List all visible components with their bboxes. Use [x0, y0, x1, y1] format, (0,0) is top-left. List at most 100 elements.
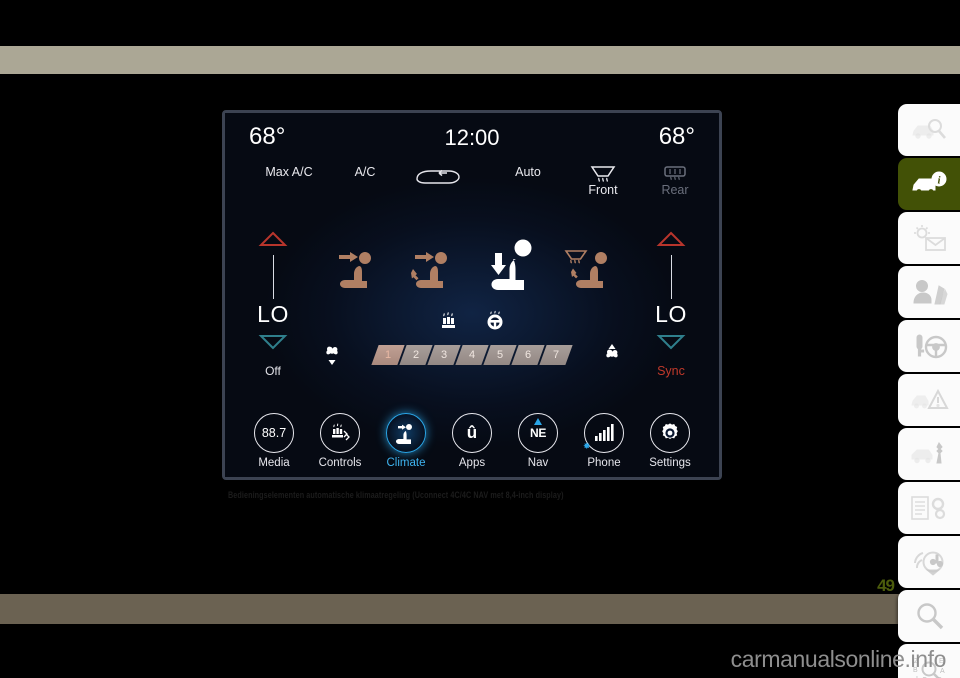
- heated-steering-wheel-button[interactable]: [484, 309, 506, 336]
- car-info-icon: i: [912, 171, 947, 194]
- fan-decrease-button[interactable]: [321, 343, 343, 374]
- auto-button[interactable]: Auto: [497, 165, 559, 179]
- airflow-panel-floor-button[interactable]: [405, 243, 461, 304]
- front-defrost-button[interactable]: Front: [573, 165, 633, 197]
- heat-controls-row: [225, 309, 719, 336]
- heated-seat-icon: [442, 312, 455, 328]
- tab-specifications[interactable]: [898, 482, 960, 534]
- driver-climate-off-label[interactable]: Off: [243, 364, 303, 378]
- recirculation-icon: [416, 169, 460, 184]
- nav-label-climate: Climate: [386, 457, 426, 469]
- tab-vehicle-info[interactable]: i: [898, 158, 960, 210]
- driver-temp-up-button[interactable]: [243, 231, 303, 252]
- nav-label-apps: Apps: [458, 457, 486, 469]
- airflow-floor-button[interactable]: [481, 235, 545, 308]
- car-warning-icon: [911, 388, 949, 409]
- media-icon: 88.7: [254, 413, 294, 453]
- fan-speed-segment[interactable]: 7: [539, 345, 573, 365]
- climate-icon: [396, 424, 412, 444]
- front-defrost-label: Front: [588, 183, 618, 197]
- fan-increase-button[interactable]: [601, 343, 623, 374]
- key-steering-wheel-icon: [916, 334, 948, 359]
- controls-icon: [332, 423, 350, 441]
- nav-label-controls: Controls: [318, 457, 362, 469]
- controls-circle: [320, 413, 360, 453]
- page-number: 49: [877, 576, 895, 595]
- driver-temp-slider-track[interactable]: [272, 255, 274, 299]
- nav-label-phone: Phone: [587, 457, 621, 469]
- bottom-navigation-bar: 88.7 Media Controls Climate û Apps NE Na…: [225, 413, 719, 469]
- fan-segment-label: 5: [496, 349, 504, 361]
- nav-item-controls[interactable]: Controls: [309, 413, 371, 469]
- temp-down-icon: [258, 335, 288, 350]
- fan-segment-label: 1: [384, 349, 392, 361]
- chapter-tab-sidebar: i Z B A E: [898, 104, 960, 678]
- fan-segment-label: 7: [552, 349, 560, 361]
- fan-speed-bar[interactable]: 1 2 3 4 5 6 7: [371, 345, 573, 365]
- fan-increase-icon: [606, 344, 618, 358]
- nav-item-apps[interactable]: û Apps: [441, 413, 503, 469]
- front-defrost-icon: [590, 166, 616, 182]
- airflow-panel-button[interactable]: [329, 243, 385, 304]
- uconnect-climate-screen[interactable]: 68° 12:00 68° Max A/C A/C Auto Front Rea…: [225, 113, 719, 477]
- radio-frequency-label: 88.7: [261, 426, 287, 440]
- passenger-temp-down-button[interactable]: [641, 334, 701, 350]
- nav-item-climate[interactable]: Climate: [375, 413, 437, 469]
- rear-defrost-icon: [664, 166, 686, 181]
- nav-item-media[interactable]: 88.7 Media: [243, 413, 305, 469]
- fan-decrease-icon: [326, 346, 338, 365]
- car-inspection-icon: [912, 119, 946, 139]
- rear-defrost-button[interactable]: Rear: [645, 165, 705, 197]
- max-ac-button[interactable]: Max A/C: [249, 165, 329, 179]
- compass-icon: [534, 418, 542, 425]
- tab-multimedia[interactable]: [898, 536, 960, 588]
- fan-segment-label: 2: [412, 349, 420, 361]
- settings-circle: [650, 413, 690, 453]
- fan-segment-label: 6: [524, 349, 532, 361]
- nav-item-nav[interactable]: NE Nav: [507, 413, 569, 469]
- figure-caption: Bedieningselementen automatische klimaat…: [228, 489, 564, 501]
- apps-circle: û: [452, 413, 492, 453]
- passenger-temperature-display: 68°: [658, 123, 695, 150]
- nav-item-phone[interactable]: ✸ Phone: [573, 413, 635, 469]
- tab-servicing[interactable]: [898, 428, 960, 480]
- heated-seat-button[interactable]: [438, 309, 460, 336]
- passenger-temp-control[interactable]: LO Sync: [641, 231, 701, 378]
- nav-label-settings: Settings: [649, 457, 691, 469]
- decorative-band-top: [0, 46, 960, 74]
- driver-temperature-display: 68°: [249, 123, 286, 150]
- list-gears-icon: [911, 496, 946, 520]
- recirculation-button[interactable]: [411, 165, 465, 190]
- tab-lights-messages[interactable]: [898, 212, 960, 264]
- passenger-temp-slider-track[interactable]: [670, 255, 672, 299]
- airflow-floor-icon: [491, 239, 532, 290]
- airflow-floor-defrost-button[interactable]: [561, 243, 621, 304]
- nav-item-settings[interactable]: Settings: [639, 413, 701, 469]
- nav-circle: NE: [518, 413, 558, 453]
- decorative-band-bottom: [0, 594, 960, 624]
- nav-label-media: Media: [258, 457, 290, 469]
- manual-page: i Z B A E 68° 12:00 68° Max A/C A/C Auto…: [0, 0, 960, 678]
- tab-getting-to-know[interactable]: [898, 104, 960, 156]
- airflow-mode-selector: [329, 235, 619, 307]
- temp-up-icon: [656, 231, 686, 246]
- car-wrench-icon: [911, 442, 943, 464]
- tab-index[interactable]: [898, 590, 960, 642]
- bluetooth-icon: ✸: [583, 441, 591, 451]
- magnifier-icon: [917, 603, 944, 630]
- site-watermark: carmanualsonline.info: [730, 646, 947, 672]
- tab-safety[interactable]: [898, 266, 960, 318]
- tab-starting-driving[interactable]: [898, 320, 960, 372]
- phone-circle: ✸: [583, 413, 624, 453]
- driver-temp-down-button[interactable]: [243, 334, 303, 350]
- passenger-temp-up-button[interactable]: [641, 231, 701, 252]
- fan-segment-label: 4: [468, 349, 476, 361]
- heated-steering-wheel-icon: [487, 310, 503, 330]
- driver-temp-control[interactable]: LO Off: [243, 231, 303, 378]
- ac-button[interactable]: A/C: [341, 165, 389, 179]
- occupant-safety-icon: [913, 280, 948, 305]
- tab-emergency[interactable]: [898, 374, 960, 426]
- sync-button[interactable]: Sync: [641, 364, 701, 378]
- temp-down-icon: [656, 335, 686, 350]
- lamp-envelope-icon: [914, 225, 946, 251]
